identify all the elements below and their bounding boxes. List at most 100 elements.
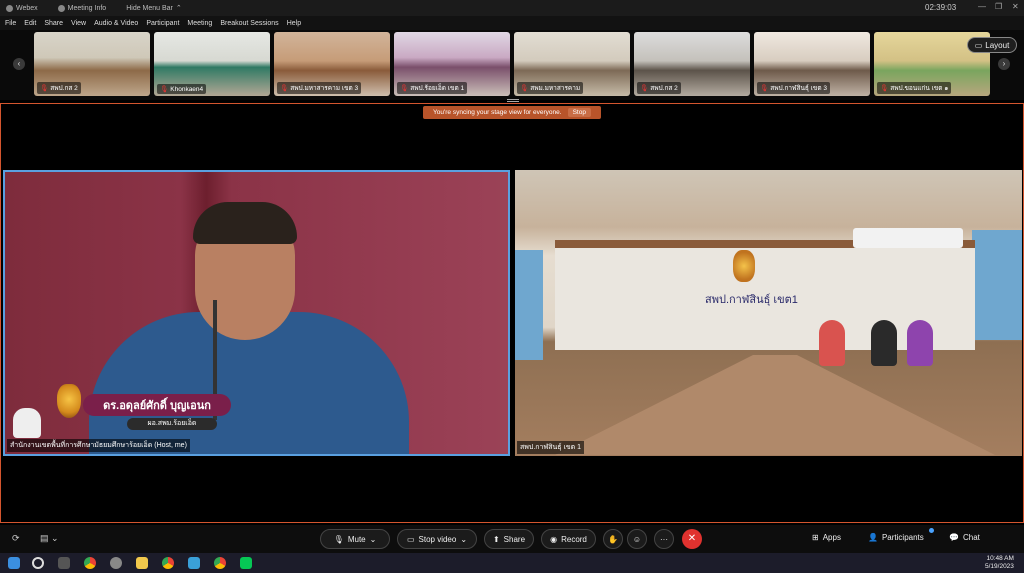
hide-menu-bar-button[interactable]: Hide Menu Bar ⌃ bbox=[126, 4, 182, 13]
end-meeting-button[interactable]: ✕ bbox=[682, 529, 702, 549]
participant-tile[interactable]: 🎙 สพป.กส 2 bbox=[634, 32, 750, 96]
title-bar: Webex Meeting Info Hide Menu Bar ⌃ 02:39:… bbox=[0, 0, 1024, 16]
apps-button[interactable]: ⊞ Apps bbox=[812, 533, 841, 542]
webex-logo-icon bbox=[6, 4, 13, 12]
chrome-icon[interactable] bbox=[214, 557, 226, 569]
menu-file[interactable]: File bbox=[5, 20, 16, 27]
filmstrip-prev-button[interactable]: ‹ bbox=[13, 58, 25, 70]
organization-emblem bbox=[57, 384, 81, 418]
menu-bar: File Edit Share View Audio & Video Parti… bbox=[0, 16, 1024, 30]
info-icon bbox=[57, 4, 65, 12]
camera-icon: ▭ bbox=[406, 534, 415, 544]
microphone-icon: 🎙 bbox=[333, 534, 344, 544]
people-icon: 👤 bbox=[868, 533, 878, 542]
room-video[interactable]: สพป.กาฬสินธุ์ เขต1 สพป.กาฬสินธุ์ เขต 1 bbox=[515, 170, 1022, 456]
windows-taskbar bbox=[0, 553, 1024, 573]
sync-stage-banner: You're syncing your stage view for every… bbox=[423, 106, 601, 119]
host-video[interactable]: ดร.อดุลย์ศักดิ์ บุญเอนก ผอ.สพม.ร้อยเอ็ด … bbox=[3, 170, 510, 456]
chevron-up-icon: ⌃ bbox=[175, 5, 182, 12]
participant-tile[interactable]: 🎙 สพป.กาฬสินธุ์ เขต 3 bbox=[754, 32, 870, 96]
attendee bbox=[907, 320, 933, 366]
close-icon: ✕ bbox=[687, 533, 697, 544]
menu-help[interactable]: Help bbox=[287, 20, 301, 27]
video-caption: สพป.กาฬสินธุ์ เขต 1 bbox=[517, 441, 585, 454]
muted-mic-icon: 🎙 bbox=[520, 85, 529, 92]
window bbox=[972, 230, 1022, 340]
window bbox=[515, 250, 543, 360]
chrome-icon[interactable] bbox=[162, 557, 174, 569]
smiley-icon: ☺ bbox=[632, 534, 642, 544]
name-overlay: ดร.อดุลย์ศักดิ์ บุญเอนก bbox=[83, 394, 231, 416]
restore-icon[interactable]: ❐ bbox=[995, 2, 1002, 11]
attendee bbox=[819, 320, 845, 366]
title-overlay: ผอ.สพม.ร้อยเอ็ด bbox=[127, 418, 217, 430]
layout-grid-icon: ▭ bbox=[974, 40, 983, 50]
menu-participant[interactable]: Participant bbox=[146, 20, 179, 27]
more-options-button[interactable]: ··· bbox=[654, 529, 674, 549]
muted-mic-icon: 🎙 bbox=[160, 86, 169, 93]
chevron-right-icon: › bbox=[1002, 59, 1006, 68]
participant-tile[interactable]: 🎙 สพป.ร้อยเอ็ด เขต 1 bbox=[394, 32, 510, 96]
record-button[interactable]: ◉ Record bbox=[541, 529, 596, 549]
app-icon[interactable] bbox=[110, 557, 122, 569]
muted-mic-icon: 🎙 bbox=[40, 85, 49, 92]
stop-sync-button[interactable]: Stop bbox=[567, 108, 591, 117]
reactions-icon[interactable]: ⟳ bbox=[12, 533, 20, 544]
close-icon[interactable]: ✕ bbox=[1012, 2, 1019, 11]
video-caption: สำนักงานเขตพื้นที่การศึกษามัธยมศึกษาร้อย… bbox=[7, 439, 190, 452]
menu-share[interactable]: Share bbox=[44, 20, 63, 27]
room-sign: สพป.กาฬสินธุ์ เขต1 bbox=[705, 294, 798, 306]
air-conditioner bbox=[853, 228, 963, 248]
chevron-down-icon: ⌄ bbox=[369, 534, 377, 544]
app-icon[interactable] bbox=[188, 557, 200, 569]
apps-icon: ⊞ bbox=[812, 533, 819, 542]
resize-grip[interactable] bbox=[507, 99, 519, 102]
chat-icon: 💬 bbox=[949, 533, 959, 542]
menu-edit[interactable]: Edit bbox=[24, 20, 36, 27]
more-icon: ··· bbox=[660, 534, 668, 544]
participant-tile[interactable]: 🎙 สพป.กส 2 bbox=[34, 32, 150, 96]
share-button[interactable]: ⬆ Share bbox=[484, 529, 534, 549]
system-clock: 10:48 AM 5/19/2023 bbox=[985, 555, 1014, 570]
participant-tile[interactable]: 🎙 สพป.มหาสารคาม เขต 3 bbox=[274, 32, 390, 96]
conference-table bbox=[555, 355, 995, 455]
raise-hand-button[interactable]: ✋ bbox=[603, 529, 623, 549]
menu-view[interactable]: View bbox=[71, 20, 86, 27]
chevron-left-icon: ‹ bbox=[17, 59, 21, 68]
muted-mic-icon: 🎙 bbox=[640, 85, 649, 92]
line-app-icon[interactable] bbox=[240, 557, 252, 569]
notification-dot bbox=[929, 528, 934, 533]
muted-mic-icon: 🎙 bbox=[880, 85, 889, 92]
mute-button[interactable]: 🎙 Mute ⌄ bbox=[320, 529, 390, 549]
chrome-icon[interactable] bbox=[84, 557, 96, 569]
file-explorer-icon[interactable] bbox=[136, 557, 148, 569]
menu-audio-video[interactable]: Audio & Video bbox=[94, 20, 138, 27]
captions-icon[interactable]: ▤ ⌄ bbox=[40, 533, 59, 544]
chevron-down-icon: ⌄ bbox=[460, 534, 468, 544]
share-icon: ⬆ bbox=[492, 534, 500, 544]
organization-emblem bbox=[733, 250, 755, 282]
task-view-icon[interactable] bbox=[58, 557, 70, 569]
hand-icon: ✋ bbox=[608, 534, 618, 544]
meeting-timer: 02:39:03 bbox=[925, 3, 957, 12]
chat-button[interactable]: 💬 Chat bbox=[949, 533, 980, 542]
app-title: Webex bbox=[6, 4, 38, 12]
minimize-icon[interactable]: — bbox=[978, 2, 986, 11]
layout-button[interactable]: ▭ Layout bbox=[967, 37, 1017, 53]
stop-video-button[interactable]: ▭ Stop video ⌄ bbox=[397, 529, 477, 549]
menu-meeting[interactable]: Meeting bbox=[187, 20, 212, 27]
windows-start-icon[interactable] bbox=[8, 557, 20, 569]
muted-mic-icon: 🎙 bbox=[280, 85, 289, 92]
muted-mic-icon: 🎙 bbox=[400, 85, 409, 92]
participant-tile[interactable]: 🎙 Khonkaen4 bbox=[154, 32, 270, 96]
meeting-info-button[interactable]: Meeting Info bbox=[57, 4, 106, 12]
attendee bbox=[871, 320, 897, 366]
participant-tile[interactable]: 🎙 สพม.มหาสารคาม bbox=[514, 32, 630, 96]
record-icon: ◉ bbox=[550, 534, 558, 544]
search-icon[interactable] bbox=[32, 557, 44, 569]
desk-microphone bbox=[13, 408, 41, 438]
filmstrip-next-button[interactable]: › bbox=[998, 58, 1010, 70]
participants-button[interactable]: 👤 Participants bbox=[868, 533, 924, 542]
menu-breakout-sessions[interactable]: Breakout Sessions bbox=[220, 20, 278, 27]
reactions-button[interactable]: ☺ bbox=[627, 529, 647, 549]
